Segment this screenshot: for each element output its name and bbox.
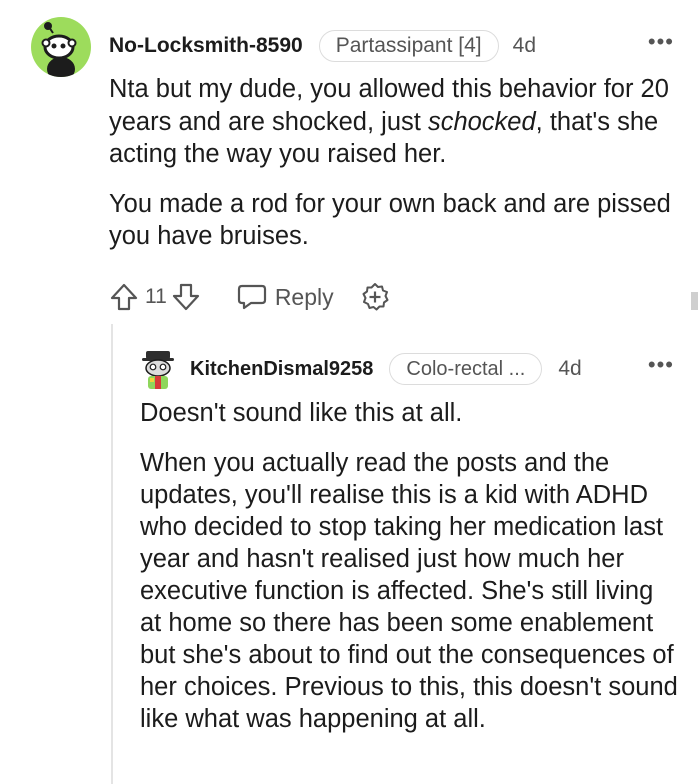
reply-avatar[interactable]	[140, 349, 176, 391]
reply-age: 4d	[558, 357, 582, 380]
comment-paragraph: Nta but my dude, you allowed this behavi…	[109, 73, 689, 171]
more-horizontal-icon[interactable]: •••	[648, 31, 674, 53]
username[interactable]: No-Locksmith-8590	[109, 34, 303, 58]
reply-label: Reply	[274, 283, 334, 310]
user-flair: Partassipant [4]	[318, 30, 499, 62]
vote-count: 11	[145, 285, 167, 308]
reply-button[interactable]: Reply	[237, 283, 334, 311]
downvote-arrow-icon[interactable]	[171, 282, 201, 312]
avatar[interactable]	[31, 17, 91, 77]
reply-paragraph: Doesn't sound like this at all.	[140, 399, 463, 427]
comment-header: No-Locksmith-8590 Partassipant [4] 4d ••…	[109, 29, 674, 63]
thread-line	[111, 324, 113, 784]
comment-age: 4d	[512, 34, 536, 57]
reply-body: Doesn't sound like this at all. When you…	[140, 397, 680, 735]
snoo-avatar-icon	[142, 351, 174, 389]
reply-header: KitchenDismal9258 Colo-rectal ... 4d •••	[190, 352, 674, 386]
comment-emphasis: schocked	[427, 107, 536, 136]
award-plus-icon	[362, 283, 389, 311]
reply-username[interactable]: KitchenDismal9258	[190, 358, 373, 381]
comment-body: Nta but my dude, you allowed this behavi…	[109, 73, 689, 253]
more-horizontal-icon[interactable]: •••	[648, 354, 674, 376]
upvote-arrow-icon[interactable]	[109, 282, 139, 312]
comment-paragraph: You made a rod for your own back and are…	[109, 189, 671, 251]
award-button[interactable]	[360, 282, 390, 312]
snoo-avatar-icon	[41, 22, 77, 77]
comment-actions: 11 Reply	[109, 280, 390, 314]
reply-paragraph: When you actually read the posts and the…	[140, 449, 678, 733]
speech-bubble-icon	[237, 283, 267, 311]
reply-user-flair: Colo-rectal ...	[389, 353, 543, 385]
scrollbar-thumb[interactable]	[691, 292, 698, 310]
